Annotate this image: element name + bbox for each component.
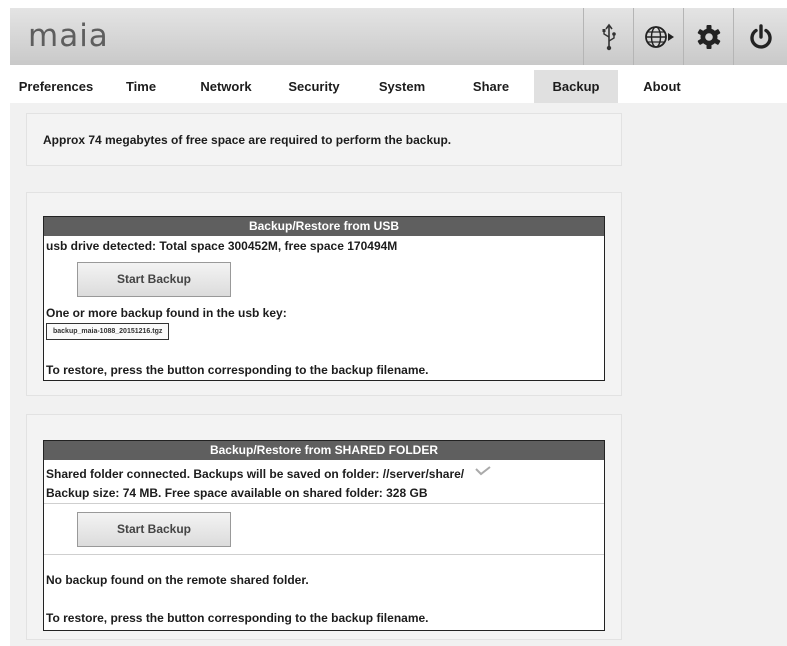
tab-preferences[interactable]: Preferences: [10, 70, 102, 103]
usb-box-title: Backup/Restore from USB: [44, 217, 604, 236]
divider: [44, 503, 604, 504]
check-icon: [475, 466, 492, 476]
tab-system[interactable]: System: [356, 70, 448, 103]
usb-found-label: One or more backup found in the usb key:: [46, 306, 287, 320]
backup-file-button[interactable]: backup_maia-1088_20151216.tgz: [46, 323, 170, 340]
usb-backup-box: Backup/Restore from USB usb drive detect…: [43, 216, 605, 381]
shared-none-found-text: No backup found on the remote shared fol…: [46, 573, 309, 587]
globe-icon: [645, 25, 674, 48]
tab-network[interactable]: Network: [180, 70, 272, 103]
power-icon: [750, 23, 772, 49]
usb-detected-text: usb drive detected: Total space 300452M,…: [46, 239, 398, 253]
shared-connected-label: Shared folder connected. Backups will be…: [46, 467, 465, 481]
shared-backup-box: Backup/Restore from SHARED FOLDER Shared…: [43, 440, 605, 631]
settings-button[interactable]: [683, 8, 734, 65]
shared-connected-text: Shared folder connected. Backups will be…: [46, 466, 492, 481]
shared-box-title: Backup/Restore from SHARED FOLDER: [44, 441, 604, 460]
tab-backup[interactable]: Backup: [534, 70, 618, 103]
logo: maia: [28, 18, 109, 54]
tab-time[interactable]: Time: [102, 70, 180, 103]
usb-restore-hint: To restore, press the button correspondi…: [46, 363, 429, 377]
shared-restore-hint: To restore, press the button correspondi…: [46, 611, 429, 625]
shared-start-backup-button[interactable]: Start Backup: [77, 512, 231, 547]
usb-button[interactable]: [583, 8, 634, 65]
usb-icon: [602, 23, 616, 50]
network-button[interactable]: [633, 8, 684, 65]
tab-bar: Preferences Time Network Security System…: [10, 70, 787, 103]
space-required-text: Approx 74 megabytes of free space are re…: [43, 133, 452, 147]
divider: [44, 554, 604, 555]
usb-start-backup-button[interactable]: Start Backup: [77, 262, 231, 297]
tab-about[interactable]: About: [618, 70, 706, 103]
space-info-panel: Approx 74 megabytes of free space are re…: [26, 113, 622, 166]
usb-panel: Backup/Restore from USB usb drive detect…: [26, 192, 622, 396]
gear-icon: [697, 24, 721, 49]
shared-size-text: Backup size: 74 MB. Free space available…: [46, 486, 428, 500]
tab-share[interactable]: Share: [448, 70, 534, 103]
tab-security[interactable]: Security: [272, 70, 356, 103]
main-content: Approx 74 megabytes of free space are re…: [10, 103, 787, 646]
shared-folder-panel: Backup/Restore from SHARED FOLDER Shared…: [26, 414, 622, 640]
power-button[interactable]: [733, 8, 787, 65]
top-bar: maia: [10, 8, 787, 65]
